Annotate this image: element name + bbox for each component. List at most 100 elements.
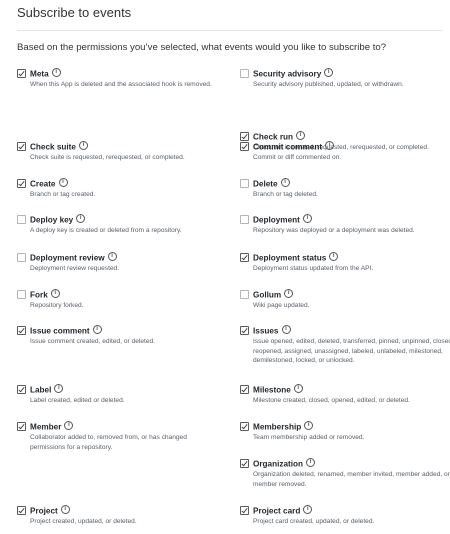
event-description: When this App is deleted and the associa… — [30, 81, 212, 88]
event-description: Deployment review requested. — [30, 265, 120, 272]
event-description: Repository forked. — [30, 302, 84, 309]
event-name-row: Issue comment i — [30, 325, 102, 336]
event-check-suite-checkbox[interactable] — [17, 142, 26, 151]
info-icon[interactable]: i — [284, 289, 294, 299]
event-description: Branch or tag created. — [30, 191, 96, 198]
info-icon[interactable]: i — [325, 141, 335, 151]
info-icon[interactable]: i — [324, 68, 334, 78]
event-milestone-checkbox[interactable] — [240, 385, 249, 394]
event-security-advisory-checkbox[interactable] — [240, 69, 249, 78]
event-name[interactable]: Issues — [253, 326, 279, 335]
info-icon[interactable]: i — [281, 325, 291, 335]
event-name[interactable]: Fork — [30, 290, 48, 299]
event-deployment-status-checkbox[interactable] — [240, 253, 249, 262]
event-name[interactable]: Gollum — [253, 290, 281, 299]
info-icon[interactable]: i — [76, 214, 86, 224]
event-name[interactable]: Security advisory — [253, 69, 321, 78]
event-description: Branch or tag deleted. — [253, 191, 318, 198]
event-membership-checkbox[interactable] — [240, 422, 249, 431]
event-description: Check suite is requested, rerequested, o… — [30, 154, 185, 161]
event-name-row: Organization i — [253, 458, 316, 469]
event-check-run-checkbox[interactable] — [240, 132, 249, 141]
event-name[interactable]: Deployment — [253, 215, 300, 224]
info-icon[interactable]: i — [51, 68, 61, 78]
event-fork-checkbox[interactable] — [17, 290, 26, 299]
event-commit-comment-checkbox[interactable] — [240, 142, 249, 151]
info-icon[interactable]: i — [303, 505, 313, 515]
event-description: Deployment status updated from the API. — [253, 265, 374, 272]
info-icon[interactable]: i — [58, 178, 68, 188]
info-icon[interactable]: i — [64, 421, 74, 431]
info-icon[interactable]: i — [293, 384, 303, 394]
event-deployment-review-checkbox[interactable] — [17, 253, 26, 262]
info-icon[interactable]: i — [78, 141, 88, 151]
event-name[interactable]: Milestone — [253, 385, 291, 394]
event-name-row: Delete i — [253, 178, 290, 189]
event-meta-checkbox[interactable] — [17, 69, 26, 78]
event-name[interactable]: Create — [30, 179, 56, 188]
info-icon[interactable]: i — [306, 458, 316, 468]
event-organization-checkbox[interactable] — [240, 459, 249, 468]
event-description: Commit or diff commented on. — [253, 154, 342, 161]
event-name[interactable]: Commit comment — [253, 142, 322, 151]
event-issues-checkbox[interactable] — [240, 326, 249, 335]
event-description: Milestone created, closed, opened, edite… — [253, 397, 410, 404]
event-description: Repository was deployed or a deployment … — [253, 227, 415, 234]
event-name-row: Meta i — [30, 68, 61, 79]
event-label-checkbox[interactable] — [17, 385, 26, 394]
info-icon[interactable]: i — [329, 252, 339, 262]
event-deploy-key-checkbox[interactable] — [17, 215, 26, 224]
event-name-row: Create i — [30, 178, 68, 189]
event-name[interactable]: Deployment review — [30, 253, 105, 262]
info-icon[interactable]: i — [50, 289, 60, 299]
event-description: Team membership added or removed. — [253, 434, 365, 441]
info-icon[interactable]: i — [54, 384, 64, 394]
info-icon[interactable]: i — [60, 505, 70, 515]
event-name[interactable]: Member — [30, 422, 61, 431]
event-description: Organization deleted, renamed, member in… — [253, 471, 450, 488]
event-description: Project card created, updated, or delete… — [253, 518, 375, 525]
event-member-checkbox[interactable] — [17, 422, 26, 431]
event-create-checkbox[interactable] — [17, 179, 26, 188]
event-name[interactable]: Label — [30, 385, 51, 394]
info-icon[interactable]: i — [280, 178, 290, 188]
event-deployment-checkbox[interactable] — [240, 215, 249, 224]
event-gollum-checkbox[interactable] — [240, 290, 249, 299]
event-name-row: Deploy key i — [30, 214, 86, 225]
event-project-checkbox[interactable] — [17, 506, 26, 515]
event-name-row: Project i — [30, 505, 70, 516]
event-name-row: Security advisory i — [253, 68, 334, 79]
event-name-row: Project card i — [253, 505, 313, 516]
event-issue-comment-checkbox[interactable] — [17, 326, 26, 335]
event-name-row: Milestone i — [253, 384, 303, 395]
event-name[interactable]: Project card — [253, 506, 300, 515]
info-icon[interactable]: i — [304, 421, 314, 431]
event-name-row: Check suite i — [30, 141, 88, 152]
event-name-row: Commit comment i — [253, 141, 335, 152]
event-name-row: Member i — [30, 421, 74, 432]
event-name-row: Gollum i — [253, 289, 294, 300]
event-name[interactable]: Membership — [253, 422, 301, 431]
event-name[interactable]: Project — [30, 506, 58, 515]
info-icon[interactable]: i — [92, 325, 102, 335]
info-icon[interactable]: i — [296, 131, 306, 141]
event-description: A deploy key is created or deleted from … — [30, 227, 182, 234]
event-project-card-checkbox[interactable] — [240, 506, 249, 515]
info-icon[interactable]: i — [107, 252, 117, 262]
event-name[interactable]: Organization — [253, 459, 303, 468]
event-name[interactable]: Check suite — [30, 142, 76, 151]
event-name[interactable]: Check run — [253, 132, 293, 141]
event-delete-checkbox[interactable] — [240, 179, 249, 188]
event-name-row: Issues i — [253, 325, 291, 336]
event-name[interactable]: Meta — [30, 69, 49, 78]
event-name[interactable]: Deployment status — [253, 253, 326, 262]
event-description: Security advisory published, updated, or… — [253, 81, 404, 88]
event-description: Issue opened, edited, deleted, transferr… — [253, 338, 450, 365]
info-icon[interactable]: i — [302, 214, 312, 224]
event-name-row: Label i — [30, 384, 64, 395]
event-name-row: Deployment review i — [30, 252, 117, 263]
event-name[interactable]: Issue comment — [30, 326, 90, 335]
event-name-row: Deployment i — [253, 214, 312, 225]
event-name[interactable]: Deploy key — [30, 215, 73, 224]
event-name[interactable]: Delete — [253, 179, 278, 188]
